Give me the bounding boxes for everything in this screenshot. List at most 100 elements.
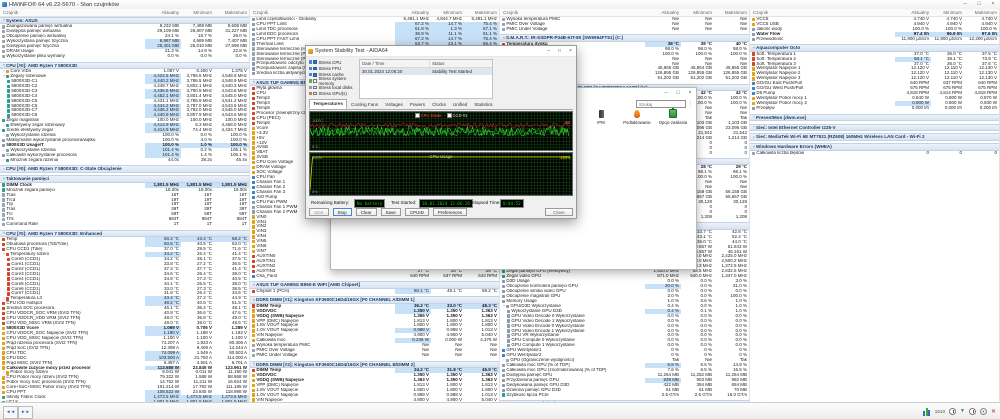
tab-unified[interactable]: Unified: [450, 101, 470, 109]
tab-temperatures[interactable]: Temperatures: [309, 99, 348, 109]
sensor-icon-u: [506, 304, 510, 308]
sensor-row[interactable]: › Mnożnik zegara rdzenia 44.0x 38.2x 45.4x: [0, 158, 249, 163]
sensor-icon-d: [252, 348, 256, 353]
sensor-row[interactable]: Szybkość łącza PCIe 2.5 GT/s 2.5 GT/s 16.0 …: [500, 393, 749, 398]
sensor-section-header[interactable]: ˅ System: ASUS: [0, 17, 249, 25]
panel-menu-icon[interactable]: ⋮: [688, 101, 693, 107]
settings-gear-icon[interactable]: [979, 408, 987, 415]
sensor-row[interactable]: Command Rate 1T 1T 1T: [0, 222, 249, 227]
stress-option[interactable]: Stress GPU(s): [309, 90, 359, 96]
sensor-row[interactable]: Cha_Fan2 640 RPM 637 RPM 643 RPM: [250, 274, 499, 279]
checkbox-icon[interactable]: [313, 60, 317, 64]
panel-minimize-icon[interactable]: –: [660, 88, 672, 99]
sensor-icon-p: [2, 390, 6, 395]
aida-minimize-icon[interactable]: –: [543, 46, 554, 56]
sensor-icon-d: [2, 193, 6, 197]
panel-item-podtaktowanie[interactable]: Podtaktowanie: [619, 109, 655, 125]
start-button: Start: [309, 208, 329, 216]
sensor-label: Przewodność: [756, 36, 784, 41]
sensor-icon-t: [252, 121, 256, 125]
sensor-section-header[interactable]: › PresentMon [dwm.exe]: [750, 113, 999, 121]
maximize-icon[interactable]: □: [972, 0, 986, 9]
checkbox-icon[interactable]: [313, 91, 317, 96]
aida-close-icon[interactable]: ×: [565, 46, 576, 56]
status-table-row[interactable]: 30.01.2024 12:06:20 Stability Test Start…: [360, 68, 492, 75]
sensor-value-max: 12,200 µS/cm: [969, 36, 997, 41]
cpuid-button[interactable]: CPUID: [404, 208, 429, 216]
sensor-row[interactable]: Całkowita liczba błędów 0 0 0: [750, 151, 999, 156]
sensor-section-header[interactable]: ˅ CPU [#0]: AMD Ryzen 7 5800X3D: [0, 61, 249, 69]
aida-maximize-icon[interactable]: □: [554, 46, 565, 56]
remaining-battery-value: No battery: [354, 198, 386, 208]
tab-cooling-fans[interactable]: Cooling Fans: [348, 101, 381, 109]
reset-clock-icon[interactable]: [968, 408, 976, 415]
sensor-row[interactable]: Przewodność 11,900 µS/cm 11,900 µS/cm 12,20…: [750, 37, 999, 42]
sensor-value-min: Nie: [455, 353, 462, 358]
sensor-section-header[interactable]: ˅ DDR5 DIMM [#2]: Kingston KF3600C16D4/16…: [250, 360, 499, 368]
section-title: CPU [#0]: AMD Ryzen 7 5800X3D: [6, 62, 78, 68]
checkbox-icon[interactable]: [313, 85, 317, 90]
checkbox-icon[interactable]: [313, 72, 317, 77]
sensor-section-header[interactable]: ˅ DDR5 DIMM [#1]: Kingston KF3600C16D4/16…: [250, 296, 499, 304]
sensor-label: Całkowita liczba błędów: [756, 150, 805, 155]
tab-clocks[interactable]: Clocks: [429, 101, 449, 109]
sensor-icon-c: [7, 109, 11, 113]
sensor-section-header[interactable]: ˅ ASUS TUF GAMING B550-E WIFI [AMD Chipse…: [250, 281, 499, 289]
sensor-icon-f: [252, 185, 256, 190]
sensor-value-current: Nie: [672, 26, 679, 31]
sensor-section-header[interactable]: ˅ S.M.A.R.T.: IR-SSDPR-P34B-KIT-80 [SW595…: [500, 34, 749, 42]
stress-device-icon: [309, 79, 313, 83]
sensor-row[interactable]: Wykorzystanie pliku wymiany 0.0 % 0.0 % 0.0…: [0, 54, 249, 59]
sensor-section-header[interactable]: ˅ Taktowanie pamięci: [0, 175, 249, 183]
sensor-row[interactable]: Przepływ 0.000 l/h 0.000 l/h 0.200 l/h: [750, 106, 999, 111]
column-header-current: Aktualny: [661, 10, 679, 15]
sensor-icon-p: [2, 346, 6, 350]
graph-icon[interactable]: [922, 407, 931, 416]
expand-columns-button[interactable]: ►►: [18, 406, 33, 419]
sensor-icon-t: [2, 247, 6, 252]
panel-item-ipm[interactable]: IPM: [583, 109, 619, 125]
reset-arrow-icon[interactable]: ▼: [960, 408, 965, 415]
preferences-button[interactable]: Preferences: [432, 208, 468, 216]
search-input[interactable]: [636, 100, 686, 108]
close-icon[interactable]: ×: [986, 0, 1000, 9]
panel-item-opcje-zasilania[interactable]: Opcje zasilania: [655, 108, 691, 125]
sensor-section-header[interactable]: ˅ Aquacomputer Octo: [750, 44, 999, 52]
section-title: PresentMon [dwm.exe]: [756, 114, 807, 120]
panel-maximize-icon[interactable]: □: [672, 88, 684, 99]
clear-button[interactable]: Clear: [355, 208, 377, 216]
sensor-section-header[interactable]: › Sieć: MediaTek Wi-Fi 6E MT7921 (RZ608) …: [750, 133, 999, 141]
sensor-label: Wykorzystanie pliku wymiany: [6, 54, 65, 59]
sensor-icon-p: [752, 17, 756, 22]
checkbox-icon[interactable]: [313, 66, 317, 71]
sensor-icon-u: [752, 106, 756, 111]
sensor-section-header[interactable]: ˅ Windows Hardware Errors (WHEA): [750, 143, 999, 151]
sensor-section-header[interactable]: ˅ CPU [#0]: AMD Ryzen 7 5800X3D: Enhanced: [0, 229, 249, 238]
save-button[interactable]: Save: [380, 208, 401, 216]
sensor-icon-t: [7, 267, 11, 271]
sensor-value-min: 11,900 µS/cm: [934, 36, 962, 41]
stop-button[interactable]: Stop: [332, 208, 352, 216]
tab-voltages[interactable]: Voltages: [382, 101, 406, 109]
sensor-section-header[interactable]: › Sieć: Intel Ethernet Controller I225-V: [750, 123, 999, 131]
checkbox-icon[interactable]: [313, 79, 317, 83]
sensor-icon-d: [502, 17, 506, 22]
panel-close-icon[interactable]: ×: [684, 88, 696, 99]
sensor-row[interactable]: PMIC Under Voltage Nie Nie Nie: [250, 353, 499, 358]
sensor-row[interactable]: PMIC Under Voltage Nie Nie Nie: [500, 27, 749, 32]
column-header-sensor: Czujnik: [253, 10, 269, 15]
ipm-icon: [598, 110, 604, 118]
sensor-icon-p: [252, 373, 256, 378]
close-sensors-icon[interactable]: ✕: [991, 407, 996, 417]
collapse-columns-button[interactable]: ◄◄: [3, 406, 18, 419]
close-button[interactable]: Close: [545, 208, 573, 216]
sensor-row[interactable]: Chipset 1 (PCH) 60.1 °C 48.1 °C 69.2 °C: [250, 288, 499, 294]
sensor-section-header[interactable]: › CPU [#0]: AMD Ryzen 7 5800X3D: C-State …: [0, 165, 249, 173]
tab-statistics[interactable]: Statistics: [471, 101, 495, 109]
sensor-icon-d: [252, 343, 256, 348]
minimize-icon[interactable]: –: [958, 0, 972, 9]
clock-icon[interactable]: [949, 408, 957, 415]
tab-powers[interactable]: Powers: [407, 101, 428, 109]
sensor-icon-f: [752, 91, 756, 96]
status-table-col-datetime: Date / Time: [360, 60, 430, 67]
